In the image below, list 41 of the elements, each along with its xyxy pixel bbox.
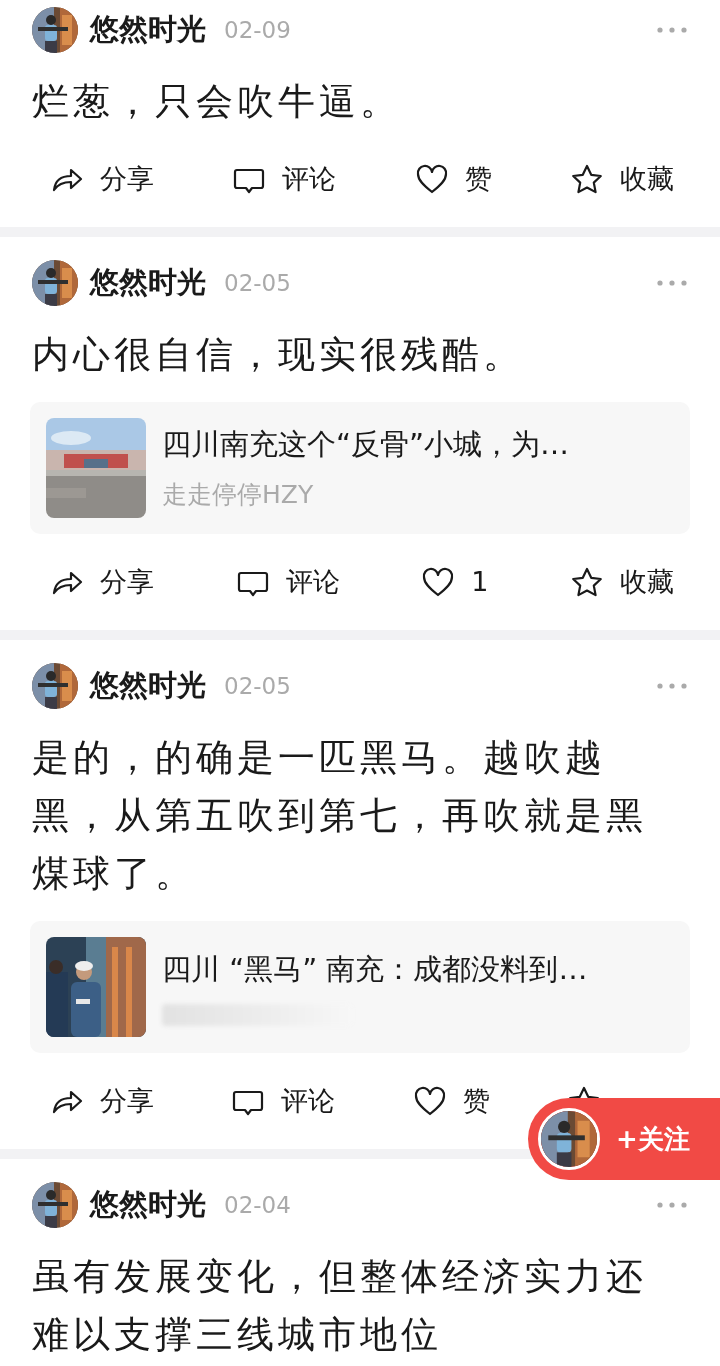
avatar[interactable]: [32, 663, 78, 709]
share-button[interactable]: 分享: [50, 561, 154, 603]
link-card[interactable]: 四川南充这个“反骨”小城，为… 走走停停HZY: [30, 402, 690, 534]
heart-icon: [412, 1085, 447, 1117]
link-title: 四川 “黑马” 南充：成都没料到…: [162, 951, 588, 989]
post-date: 02-05: [224, 671, 291, 701]
favorite-button[interactable]: [567, 1085, 601, 1098]
like-button[interactable]: 赞: [414, 158, 492, 200]
link-title: 四川南充这个“反骨”小城，为…: [162, 425, 570, 463]
favorite-button[interactable]: 收藏: [570, 158, 674, 200]
post-text: 是的，的确是一匹黑马。越吹越黑，从第五吹到第七，再吹就是黑煤球了。: [32, 735, 648, 897]
comment-button[interactable]: 评论: [232, 158, 337, 200]
author-name[interactable]: 悠然时光: [90, 664, 206, 708]
favorite-button[interactable]: 收藏: [569, 561, 674, 603]
like-button[interactable]: 赞: [412, 1080, 490, 1122]
post-date: 02-04: [224, 1190, 291, 1220]
post-text: 内心很自信，现实很残酷。: [32, 332, 525, 378]
like-button[interactable]: 1: [421, 561, 489, 603]
star-icon: [570, 163, 604, 195]
avatar[interactable]: [32, 260, 78, 306]
post-date: 02-09: [224, 15, 291, 45]
heart-icon: [414, 163, 449, 195]
comment-button[interactable]: 评论: [231, 1080, 336, 1122]
avatar[interactable]: [32, 7, 78, 53]
link-source: 走走停停HZY: [162, 479, 315, 511]
star-icon: [567, 1085, 601, 1098]
post-text: 虽有发展变化，但整体经济实力还难以支撑三线城市地位: [32, 1254, 648, 1358]
author-name[interactable]: 悠然时光: [90, 8, 206, 52]
comment-button[interactable]: 评论: [235, 561, 340, 603]
star-icon: [569, 566, 604, 598]
author-name[interactable]: 悠然时光: [90, 1183, 206, 1227]
author-name[interactable]: 悠然时光: [90, 261, 206, 305]
heart-icon: [421, 566, 456, 598]
share-button[interactable]: 分享: [50, 158, 154, 200]
post-text: 烂葱，只会吹牛逼。: [32, 79, 402, 125]
avatar: [538, 1108, 600, 1170]
share-button[interactable]: 分享: [50, 1080, 154, 1122]
follow-button[interactable]: +关注: [528, 1098, 720, 1180]
avatar[interactable]: [32, 1182, 78, 1228]
link-card[interactable]: 四川 “黑马” 南充：成都没料到…: [30, 921, 690, 1053]
post-date: 02-05: [224, 268, 291, 298]
